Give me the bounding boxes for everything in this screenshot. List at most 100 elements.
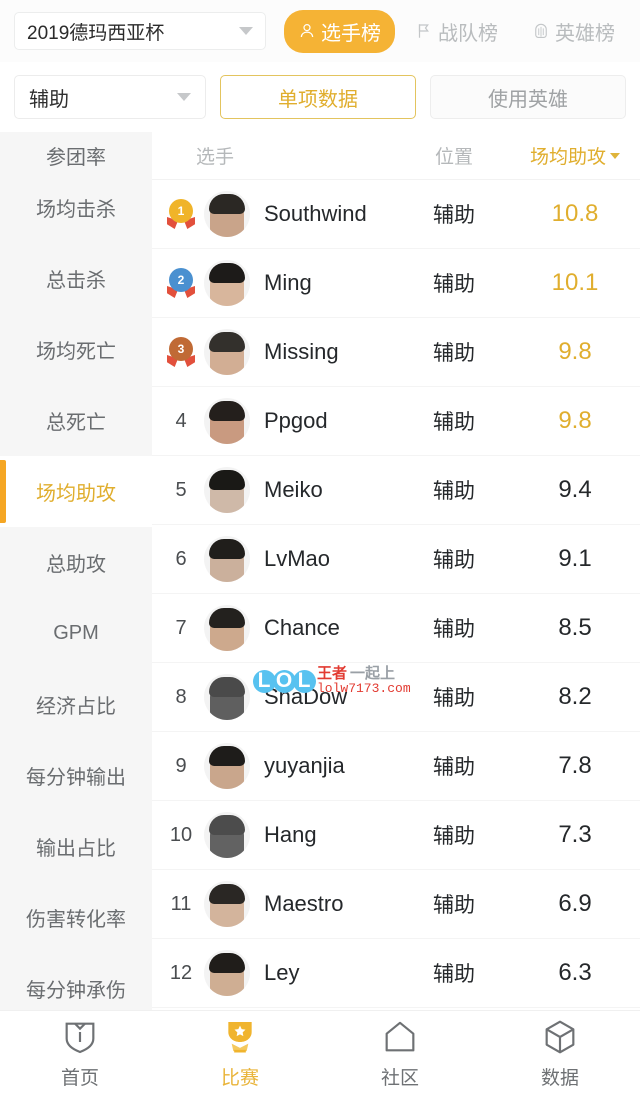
chevron-down-icon (239, 27, 253, 35)
tab-team-rank-label: 战队榜 (438, 22, 498, 45)
column-header-player: 选手 (196, 147, 235, 168)
avatar (200, 398, 254, 444)
sidebar-item-3[interactable]: 场均死亡 (0, 314, 152, 385)
table-row[interactable]: 4 Ppgod 辅助 9.8 (152, 387, 640, 456)
player-position: 辅助 (433, 204, 475, 227)
house-icon (385, 1021, 415, 1052)
sidebar-item-5[interactable]: 场均助攻 (0, 456, 152, 527)
table-row[interactable]: 10 Hang 辅助 7.3 (152, 801, 640, 870)
player-name: Meiko (264, 477, 323, 502)
column-header-value[interactable]: 场均助攻 (510, 142, 640, 169)
column-header-position: 位置 (434, 147, 473, 168)
sidebar-item-1[interactable]: 场均击杀 (0, 172, 152, 243)
rank-number: 4 (175, 409, 187, 432)
player-position: 辅助 (433, 480, 475, 503)
player-name: Missing (264, 339, 339, 364)
sidebar-item-label: 场均击杀 (36, 199, 116, 221)
avatar (200, 743, 254, 789)
helmet-icon (535, 23, 547, 38)
sidebar-item-10[interactable]: 输出占比 (0, 811, 152, 882)
sidebar-item-11[interactable]: 伤害转化率 (0, 882, 152, 953)
tab-player-rank[interactable]: 选手榜 (284, 9, 395, 53)
sidebar-item-label: 经济占比 (36, 696, 116, 718)
sidebar-item-6[interactable]: 总助攻 (0, 527, 152, 598)
position-value: 辅助 (29, 88, 69, 111)
player-position: 辅助 (433, 342, 475, 365)
avatar (200, 329, 254, 375)
avatar (200, 674, 254, 720)
rank-number: 12 (169, 961, 193, 984)
sidebar-item-4[interactable]: 总死亡 (0, 385, 152, 456)
avatar (200, 536, 254, 582)
tournament-select[interactable]: 2019德玛西亚杯 (14, 12, 266, 50)
position-select[interactable]: 辅助 (14, 75, 206, 119)
sidebar-item-label: 每分钟输出 (26, 767, 126, 789)
sidebar-item-label: 总击杀 (46, 270, 106, 292)
sidebar-item-9[interactable]: 每分钟输出 (0, 740, 152, 811)
sidebar-item-7[interactable]: GPM (0, 598, 152, 669)
player-name: Maestro (264, 891, 344, 916)
table-row[interactable]: 9 yuyanjia 辅助 7.8 (152, 732, 640, 801)
table-body: 1 Southwind 辅助 10.8 2 Ming 辅助 10.1 3 Missing 辅助 9.8… (152, 180, 640, 1008)
player-name: Hang (264, 822, 317, 847)
sidebar-item-label: 场均死亡 (36, 341, 116, 363)
avatar (200, 191, 254, 237)
sidebar-item-label: 每分钟承伤 (26, 980, 126, 1002)
nav-item-community[interactable]: 社区 (320, 1011, 480, 1096)
rank-medal-icon: 2 (162, 268, 200, 298)
table-row[interactable]: 12 Ley 辅助 6.3 (152, 939, 640, 1008)
player-value: 10.8 (551, 200, 599, 227)
player-value: 9.8 (558, 407, 592, 434)
sidebar-item-label: 参团率 (46, 147, 106, 169)
sidebar-item-label: GPM (53, 622, 99, 644)
player-value: 6.9 (558, 890, 592, 917)
player-position: 辅助 (433, 963, 475, 986)
ranking-table: 选手 位置 场均助攻 1 Southwind 辅助 10.8 2 Ming 辅助 10.1 3 M… (152, 132, 640, 1010)
table-header: 选手 位置 场均助攻 (152, 132, 640, 180)
player-value: 9.1 (558, 545, 592, 572)
person-icon (300, 24, 314, 38)
nav-item-data[interactable]: 数据 (480, 1011, 640, 1096)
rank-tabs: 选手榜 战队榜 英雄榜 (284, 9, 629, 53)
table-row[interactable]: 3 Missing 辅助 9.8 (152, 318, 640, 387)
shield-icon (65, 1022, 95, 1054)
player-value: 7.8 (558, 752, 592, 779)
table-row[interactable]: 7 Chance 辅助 8.5 (152, 594, 640, 663)
player-value: 6.3 (558, 959, 592, 986)
table-row[interactable]: 11 Maestro 辅助 6.9 (152, 870, 640, 939)
sidebar-item-2[interactable]: 总击杀 (0, 243, 152, 314)
segment-single-data[interactable]: 单项数据 (220, 75, 416, 119)
tab-hero-rank[interactable]: 英雄榜 (518, 10, 629, 53)
nav-item-match[interactable]: 比赛 (160, 1011, 320, 1096)
sidebar-item-12[interactable]: 每分钟承伤 (0, 953, 152, 1010)
player-name: Ming (264, 270, 312, 295)
rank-number: 7 (175, 616, 187, 639)
metric-sidebar[interactable]: 参团率场均击杀总击杀场均死亡总死亡场均助攻总助攻 GPM 经济占比每分钟输出输出占比… (0, 132, 152, 1010)
sidebar-item-label: 总助攻 (46, 554, 106, 576)
table-row[interactable]: 6 LvMao 辅助 9.1 (152, 525, 640, 594)
player-name: Southwind (264, 201, 367, 226)
player-value: 8.2 (558, 683, 592, 710)
player-position: 辅助 (433, 549, 475, 572)
rank-number: 8 (175, 685, 187, 708)
table-row[interactable]: 5 Meiko 辅助 9.4 (152, 456, 640, 525)
top-bar: 2019德玛西亚杯 选手榜 战队榜 英雄榜 (0, 0, 640, 62)
tab-team-rank[interactable]: 战队榜 (401, 10, 512, 53)
avatar (200, 812, 254, 858)
nav-item-data-label: 数据 (540, 1068, 579, 1089)
nav-item-home-label: 首页 (60, 1068, 99, 1089)
avatar (200, 881, 254, 927)
nav-item-home[interactable]: 首页 (0, 1011, 160, 1096)
table-row[interactable]: 1 Southwind 辅助 10.8 (152, 180, 640, 249)
chevron-down-icon (177, 93, 191, 101)
table-row[interactable]: 8 ShaDow 辅助 8.2 (152, 663, 640, 732)
sidebar-item-label: 总死亡 (46, 412, 106, 434)
rank-medal-icon: 3 (162, 337, 200, 367)
table-row[interactable]: 2 Ming 辅助 10.1 (152, 249, 640, 318)
content-area: 参团率 场均击杀 总击杀 场均死亡 总死亡 场均助攻 总助攻 GPM 经济占比 每分钟输出 输出占比… (0, 132, 640, 1010)
player-position: 辅助 (433, 825, 475, 848)
segment-used-heroes[interactable]: 使用英雄 (430, 75, 626, 119)
sidebar-item-8[interactable]: 经济占比 (0, 669, 152, 740)
player-position: 辅助 (433, 687, 475, 710)
sidebar-item-0[interactable]: 参团率 (0, 132, 152, 172)
